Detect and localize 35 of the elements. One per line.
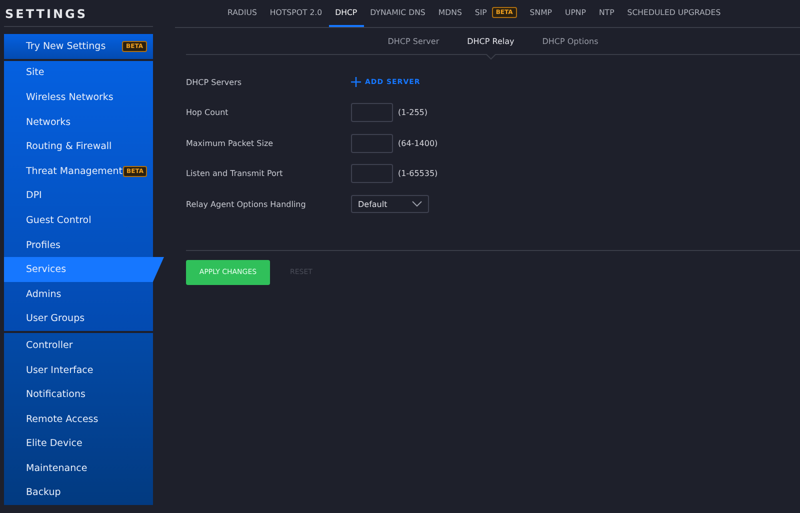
sidebar-item[interactable]: User Groups	[4, 306, 153, 332]
sidebar-item[interactable]: Notifications	[4, 382, 153, 407]
field-label: Maximum Packet Size	[186, 138, 274, 148]
sidebar-item[interactable]: Networks	[4, 110, 153, 134]
settings-title: SETTINGS	[4, 0, 153, 27]
field-label: Listen and Transmit Port	[186, 169, 284, 178]
sidebar-item[interactable]: Backup	[4, 480, 153, 506]
range-hint: (1-65535)	[398, 169, 438, 178]
field-label: Relay Agent Options Handling	[186, 200, 307, 209]
sidebar-item[interactable]: Controller	[4, 333, 153, 358]
field-label: Hop Count	[186, 108, 230, 118]
sidebar-item[interactable]: Profiles	[4, 232, 153, 258]
sidebar-item[interactable]: Maintenance	[4, 456, 153, 481]
input-field[interactable]	[351, 164, 393, 184]
sidebar-item[interactable]: Remote Access	[4, 406, 153, 432]
field-label: DHCP Servers	[186, 78, 243, 87]
sidebar-item[interactable]: Wireless Networks	[4, 85, 153, 110]
sidebar-item[interactable]: Guest Control	[4, 208, 153, 233]
pointer-icon	[153, 257, 164, 282]
plus-icon	[351, 77, 361, 88]
dropdown[interactable]: Default	[351, 195, 429, 214]
sidebar-item[interactable]: Site	[4, 60, 153, 86]
sidebar-item[interactable]: Routing & Firewall	[4, 134, 153, 159]
subtab[interactable]: DHCP Server	[374, 28, 454, 54]
range-hint: (64-1400)	[398, 138, 438, 148]
input-field[interactable]	[351, 134, 393, 153]
subtab[interactable]: DHCP Relay	[453, 28, 528, 54]
sidebar-item[interactable]: User Interface	[4, 358, 153, 382]
chevron-down-icon	[412, 201, 422, 208]
sidebar-item[interactable]: Admins	[4, 282, 153, 307]
sidebar-item[interactable]: Elite Device	[4, 432, 153, 456]
subtab[interactable]: DHCP Options	[528, 28, 612, 54]
sidebar-item[interactable]: DPI	[4, 184, 153, 208]
range-hint: (1-255)	[398, 108, 428, 118]
input-field[interactable]	[351, 103, 393, 122]
